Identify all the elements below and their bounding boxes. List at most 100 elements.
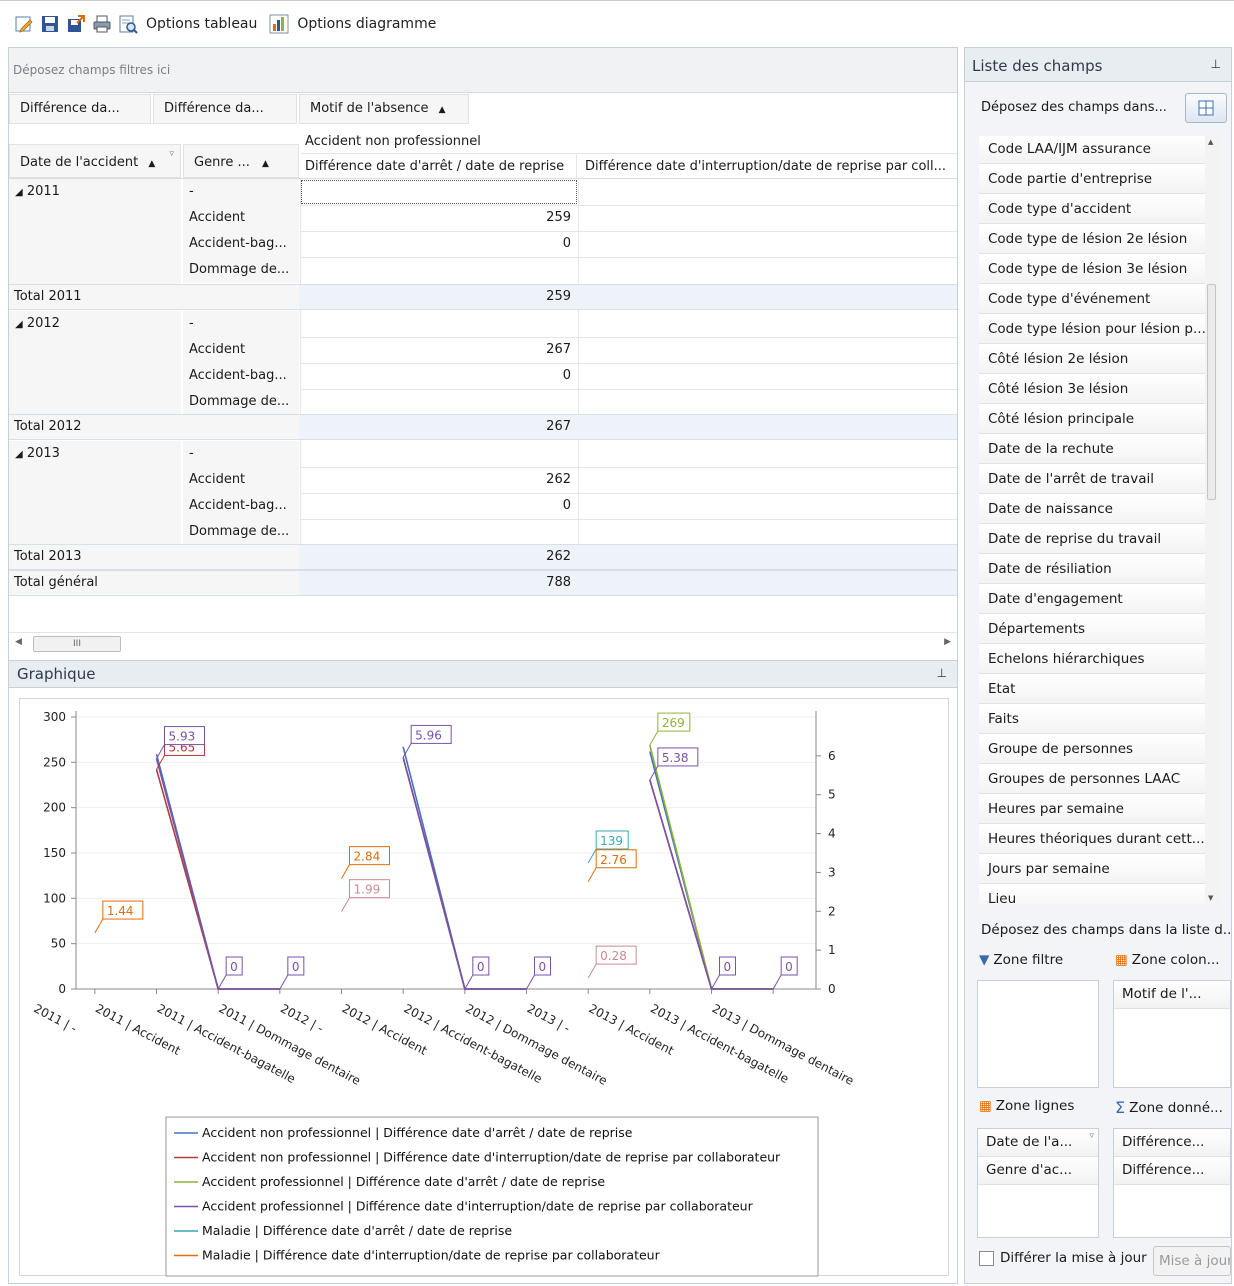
table-options-button[interactable]: Options tableau [146,16,257,32]
scroll-down-icon[interactable]: ▼ [1208,894,1213,902]
row-field-button-genre[interactable]: Genre ... ▲ [183,144,299,178]
value-cell[interactable]: 262 [301,467,577,493]
print-icon[interactable] [92,14,112,34]
data-label-leader [217,974,227,990]
defer-update-checkbox[interactable]: Différer la mise à jour [979,1250,1149,1266]
field-item[interactable]: Lieu [979,886,1211,904]
zone-item[interactable]: Différence... [1114,1157,1230,1185]
scroll-left-icon[interactable]: ◀ [15,637,22,647]
export-icon[interactable] [66,14,86,34]
field-item[interactable]: Date de l'arrêt de travail [979,466,1211,494]
chart-options-button[interactable]: Options diagramme [297,16,436,32]
update-button[interactable]: Mise à jour [1153,1246,1231,1276]
col-header-2[interactable]: Différence date d'interruption/date de r… [579,154,957,178]
checkbox[interactable] [979,1250,994,1266]
value-cell[interactable]: 259 [301,205,577,231]
value-cell[interactable] [301,180,577,204]
field-item[interactable]: Date d'engagement [979,586,1211,614]
collapse-icon[interactable]: ◢ [15,187,23,198]
row-field-button-date[interactable]: Date de l'accident ▲ ▿ [9,144,181,178]
bar-chart-icon[interactable] [269,14,289,34]
field-item[interactable]: Date de naissance [979,496,1211,524]
value-cell[interactable]: 0 [301,363,577,389]
data-header-button-1[interactable]: Différence da... [9,94,151,124]
field-item[interactable]: Jours par semaine [979,856,1211,884]
zone-columns-box[interactable]: Motif de l'... [1113,980,1231,1088]
genre-row: Accident-bag... [183,231,299,257]
zone-item[interactable]: Date de l'a... ▿ [978,1129,1098,1157]
edit-icon[interactable] [14,14,34,34]
genre-row: Accident [183,467,299,493]
filter-drop-zone[interactable]: Déposez champs filtres ici [9,48,957,93]
data-label-leader [587,867,597,883]
field-item[interactable]: Code type lésion pour lésion p... [979,316,1211,344]
collapse-icon[interactable]: ◢ [15,449,23,460]
horizontal-scrollbar[interactable]: ◀ III ▶ [9,632,957,654]
field-item[interactable]: Date de résiliation [979,556,1211,584]
data-label-leader [464,974,474,990]
col-header-1[interactable]: Différence date d'arrêt / date de repris… [301,154,577,178]
field-item[interactable]: Date de reprise du travail [979,526,1211,554]
pin-icon[interactable]: ⊥ [1211,57,1221,71]
field-item[interactable]: Faits [979,706,1211,734]
data-label: 0 [477,960,485,974]
layout-button[interactable] [1185,93,1227,123]
scroll-up-icon[interactable]: ▲ [1208,138,1213,146]
save-icon[interactable] [40,14,60,34]
y-tick-label: 250 [43,755,66,769]
field-item[interactable]: Départements [979,616,1211,644]
value-cell[interactable]: 0 [301,493,577,519]
total-value[interactable]: 262 [301,545,577,569]
value-cell[interactable]: 0 [301,231,577,257]
scroll-thumb[interactable] [1207,284,1216,500]
field-item[interactable]: Heures théoriques durant cett... [979,826,1211,854]
field-item[interactable]: Date de la rechute [979,436,1211,464]
pin-icon[interactable]: ⊥ [937,666,947,680]
column-field-button[interactable]: Motif de l'absence ▲ [299,94,469,124]
field-item[interactable]: Echelons hiérarchiques [979,646,1211,674]
zone-rows-box[interactable]: Date de l'a... ▿ Genre d'ac... [977,1128,1099,1238]
legend-label: Maladie | Différence date d'interruption… [202,1248,661,1263]
collapse-icon[interactable]: ◢ [15,319,23,330]
field-item[interactable]: Heures par semaine [979,796,1211,824]
field-item[interactable]: Code LAA/IJM assurance [979,136,1211,164]
field-item[interactable]: Côté lésion 3e lésion [979,376,1211,404]
field-item[interactable]: Code type de lésion 3e lésion [979,256,1211,284]
field-item[interactable]: Côté lésion principale [979,406,1211,434]
total-value[interactable]: 259 [301,285,577,309]
field-list-scrollbar[interactable]: ▲ ▼ [1205,136,1219,904]
year-group-2011[interactable]: ◢ 2011 [9,179,181,284]
legend-label: Accident professionnel | Différence date… [202,1199,754,1214]
field-list[interactable]: Code LAA/IJM assurance Code partie d'entr… [979,136,1217,904]
year-group-2012[interactable]: ◢ 2012 [9,311,181,414]
field-item[interactable]: Code type d'événement [979,286,1211,314]
field-item[interactable]: Code type d'accident [979,196,1211,224]
field-item[interactable]: Code partie d'entreprise [979,166,1211,194]
zone-data-box[interactable]: Différence... Différence... [1113,1128,1231,1238]
field-item[interactable]: Etat [979,676,1211,704]
field-item[interactable]: Groupe de personnes [979,736,1211,764]
filter-icon[interactable]: ▿ [1089,1131,1094,1141]
series-line [402,746,527,990]
field-item[interactable]: Côté lésion 2e lésion [979,346,1211,374]
data-label: 1.44 [107,904,134,918]
zone-item[interactable]: Genre d'ac... [978,1157,1098,1185]
zone-item[interactable]: Différence... [1114,1129,1230,1157]
data-label-leader [711,974,720,990]
value-cell[interactable]: 267 [301,337,577,363]
preview-icon[interactable] [118,14,138,34]
zone-item[interactable]: Motif de l'... [1114,981,1230,1009]
total-row: Total 2012 267 [9,414,957,440]
grand-total-value[interactable]: 788 [301,571,577,595]
scroll-right-icon[interactable]: ▶ [944,637,951,647]
scroll-thumb[interactable]: III [33,636,121,652]
zone-filter-box[interactable] [977,980,1099,1088]
field-item[interactable]: Code type de lésion 2e lésion [979,226,1211,254]
data-label-leader [94,918,104,934]
total-value[interactable]: 267 [301,415,577,439]
data-header-button-2[interactable]: Différence da... [153,94,297,124]
field-item[interactable]: Groupes de personnes LAAC [979,766,1211,794]
filter-icon[interactable]: ▿ [169,149,174,159]
pivot-pane: Déposez champs filtres ici Différence da… [8,47,958,1284]
year-group-2013[interactable]: ◢ 2013 [9,441,181,544]
